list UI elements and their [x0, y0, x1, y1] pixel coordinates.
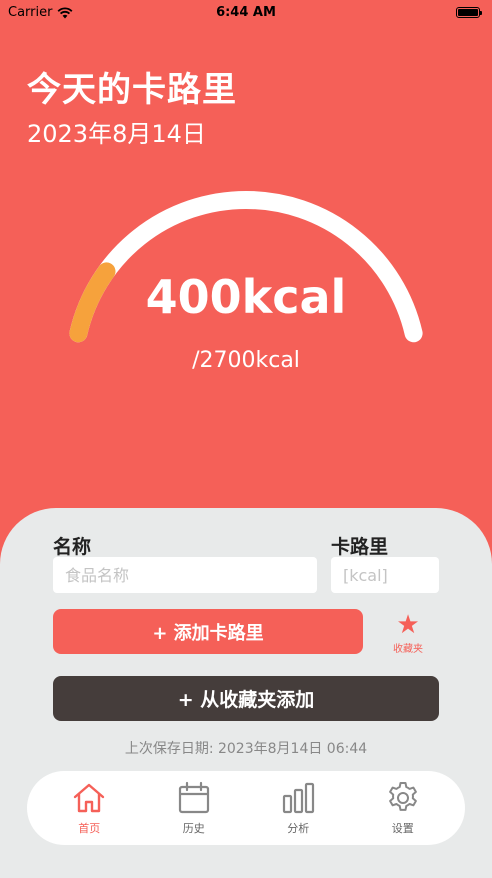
- page-date: 2023年8月14日: [27, 120, 206, 148]
- tab-history[interactable]: 历史: [154, 780, 234, 836]
- calorie-label: 卡路里: [331, 536, 389, 558]
- home-icon: [74, 783, 105, 813]
- gear-icon: [388, 782, 417, 811]
- last-saved-text: 上次保存日期: 2023年8月14日 06:44: [124, 741, 368, 757]
- name-label: 名称: [53, 536, 92, 558]
- calorie-consumed: 400kcal: [145, 270, 347, 324]
- tab-label: 分析: [287, 822, 310, 835]
- favorites-label: 收藏夹: [393, 644, 423, 655]
- tab-settings[interactable]: 设置: [363, 780, 443, 836]
- calorie-goal: /2700kcal: [192, 348, 300, 373]
- tab-analysis[interactable]: 分析: [258, 780, 338, 836]
- tab-label: 历史: [182, 822, 205, 835]
- food-name-input[interactable]: [53, 557, 317, 593]
- tab-label: 设置: [391, 822, 414, 835]
- battery-icon: [456, 7, 482, 18]
- bar-chart-icon: [283, 782, 315, 814]
- star-icon: ★: [396, 610, 420, 640]
- favorites-button[interactable]: ★ 收藏夹: [386, 612, 430, 655]
- calorie-input[interactable]: [331, 557, 439, 593]
- status-bar: Carrier 6:44 AM: [0, 0, 492, 26]
- tab-home[interactable]: 首页: [49, 780, 129, 836]
- add-calorie-button[interactable]: + 添加卡路里: [53, 609, 363, 654]
- tab-label: 首页: [78, 822, 101, 835]
- page-title: 今天的卡路里: [27, 70, 237, 110]
- status-time: 6:44 AM: [216, 5, 276, 20]
- calendar-icon: [178, 781, 209, 814]
- tab-bar: 首页 历史 分析 设置: [27, 771, 465, 845]
- add-from-favorites-button[interactable]: + 从收藏夹添加: [53, 676, 439, 721]
